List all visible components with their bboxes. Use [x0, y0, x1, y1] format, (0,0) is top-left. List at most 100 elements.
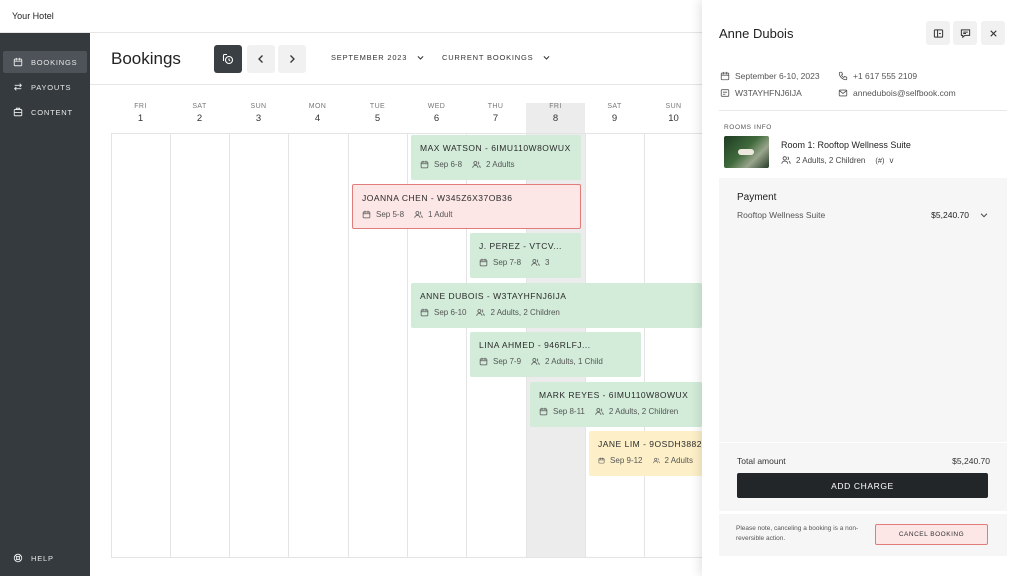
phone-text: +1 617 555 2109 [853, 71, 918, 81]
booking-dates: Sep 9-12 [610, 456, 643, 465]
sidebar: BOOKINGS PAYOUTS CONTENT HELP [0, 33, 90, 576]
transfer-arrows-icon [14, 83, 22, 91]
day-header: WED 6 [407, 103, 466, 124]
booking-card[interactable]: LINA AHMED - 946RLFJ... Sep 7-9 2 Adults… [470, 332, 641, 377]
previous-button[interactable] [247, 45, 275, 73]
booking-dates: Sep 7-8 [493, 258, 522, 267]
day-header: FRI 1 [111, 103, 170, 124]
booking-filter-dropdown[interactable]: CURRENT BOOKINGS [442, 53, 551, 62]
booking-dates: Sep 5-8 [376, 210, 405, 219]
booking-title: JANE LIM - 9OSDH3882 [598, 439, 702, 449]
calendar-icon [598, 457, 605, 464]
grid-line [288, 133, 289, 558]
message-icon [960, 28, 970, 38]
booking-dates: Sep 7-9 [493, 357, 522, 366]
booking-title: JOANNA CHEN - W345Z6X37OB36 [362, 193, 513, 203]
sidebar-item-bookings[interactable]: BOOKINGS [3, 51, 87, 73]
booking-title: MARK REYES - 6IMU110W8OWUX [539, 390, 689, 400]
booking-guests: 2 Adults, 1 Child [545, 357, 603, 366]
chevron-right-icon [290, 55, 295, 63]
guests-icon [781, 156, 791, 164]
cancel-booking-button[interactable]: CANCEL BOOKING [875, 524, 988, 545]
grid-line [111, 133, 112, 558]
day-number: 4 [314, 113, 321, 124]
calendar-icon [13, 57, 23, 67]
day-header: THU 7 [466, 103, 525, 124]
booking-title: ANNE DUBOIS - W3TAYHFNJ6IJA [420, 291, 567, 301]
next-button[interactable] [278, 45, 306, 73]
booking-guests: 2 Adults, 2 Children [490, 308, 560, 317]
month-dropdown[interactable]: SEPTEMBER 2023 [331, 53, 425, 62]
sidebar-item-help[interactable]: HELP [3, 547, 87, 569]
email-text: annedubois@selfbook.com [853, 88, 956, 98]
day-of-week: THU [487, 103, 504, 110]
day-number: 8 [552, 113, 559, 124]
sidebar-item-payouts[interactable]: PAYOUTS [3, 76, 87, 98]
close-icon [989, 29, 997, 37]
chevron-down-icon[interactable] [979, 210, 989, 220]
room-extra-toggle[interactable]: v [890, 156, 894, 165]
total-value: $5,240.70 [952, 456, 990, 466]
sidebar-item-label: PAYOUTS [31, 82, 72, 92]
hotel-name: Your Hotel [12, 11, 54, 21]
day-number: 7 [492, 113, 499, 124]
booking-card[interactable]: JANE LIM - 9OSDH3882 Sep 9-12 2 Adults [589, 431, 702, 476]
guests-icon [531, 358, 540, 365]
calendar-icon [539, 407, 548, 416]
add-charge-button[interactable]: ADD CHARGE [737, 473, 988, 498]
sidebar-item-label: BOOKINGS [31, 57, 78, 67]
phone-icon [838, 71, 848, 81]
message-button[interactable] [953, 21, 977, 45]
day-header: MON 4 [288, 103, 347, 124]
content-icon [13, 107, 23, 117]
guests-icon [595, 408, 604, 415]
day-of-week: SUN [250, 103, 267, 110]
guests-icon [472, 161, 481, 168]
sidebar-item-content[interactable]: CONTENT [3, 101, 87, 123]
guests-icon [531, 259, 540, 266]
booking-card[interactable]: MARK REYES - 6IMU110W8OWUX Sep 8-11 2 Ad… [530, 382, 702, 427]
grid-line [348, 133, 349, 558]
booking-card-selected[interactable]: ANNE DUBOIS - W3TAYHFNJ6IJA Sep 6-10 2 A… [411, 283, 702, 328]
guests-icon [476, 309, 486, 316]
calendar-icon [362, 210, 371, 219]
calendar-icon [720, 71, 730, 81]
grid-line [111, 557, 711, 558]
booking-calendar: FRI 1 SAT 2 SUN 3 MON 4 TUE 5 WED 6 THU 7 FRI 8 … [90, 85, 711, 576]
booking-guests: 2 Adults, 2 Children [608, 407, 679, 416]
day-header: TUE 5 [348, 103, 407, 124]
day-header: SUN 10 [644, 103, 703, 124]
day-of-week: SAT [192, 103, 207, 110]
calendar-view-button[interactable] [214, 45, 242, 73]
day-number: 6 [433, 113, 440, 124]
hashtag-icon: (#) [875, 155, 885, 165]
calendar-icon [420, 308, 429, 317]
chevron-down-icon [543, 56, 550, 60]
day-number: 1 [137, 113, 144, 124]
cancel-section: Please note, canceling a booking is a no… [719, 514, 1007, 556]
booking-title: MAX WATSON - 6IMU110W8OWUX [420, 143, 571, 153]
payment-title: Payment [737, 192, 777, 203]
calendar-icon [479, 357, 488, 366]
booking-dates: Sep 8-11 [553, 407, 585, 416]
booking-card[interactable]: JOANNA CHEN - W345Z6X37OB36 Sep 5-8 1 Ad… [352, 184, 581, 229]
booking-guests: 1 Adult [428, 210, 453, 219]
booking-dates-text: September 6-10, 2023 [735, 71, 820, 81]
day-header: SAT 9 [585, 103, 644, 124]
rooms-info-label: ROOMS INFO [724, 124, 772, 131]
sidebar-item-label: HELP [31, 553, 54, 563]
day-number: 5 [374, 113, 381, 124]
guests-icon [652, 457, 660, 464]
booking-card[interactable]: MAX WATSON - 6IMU110W8OWUX Sep 6-8 2 Adu… [411, 135, 581, 180]
calendar-icon [420, 160, 429, 169]
booking-title: J. PEREZ - VTCV... [479, 241, 562, 251]
booking-code-text: W3TAYHFNJ6IJA [735, 88, 802, 98]
booking-card[interactable]: J. PEREZ - VTCV... Sep 7-8 3 [470, 233, 581, 278]
guest-name: Anne Dubois [719, 26, 794, 41]
open-calendar-view-button[interactable] [926, 21, 950, 45]
month-dropdown-label: SEPTEMBER 2023 [331, 53, 408, 62]
help-icon [13, 553, 23, 563]
chevron-left-icon [258, 55, 263, 63]
day-number: 10 [668, 113, 679, 124]
close-panel-button[interactable] [981, 21, 1005, 45]
